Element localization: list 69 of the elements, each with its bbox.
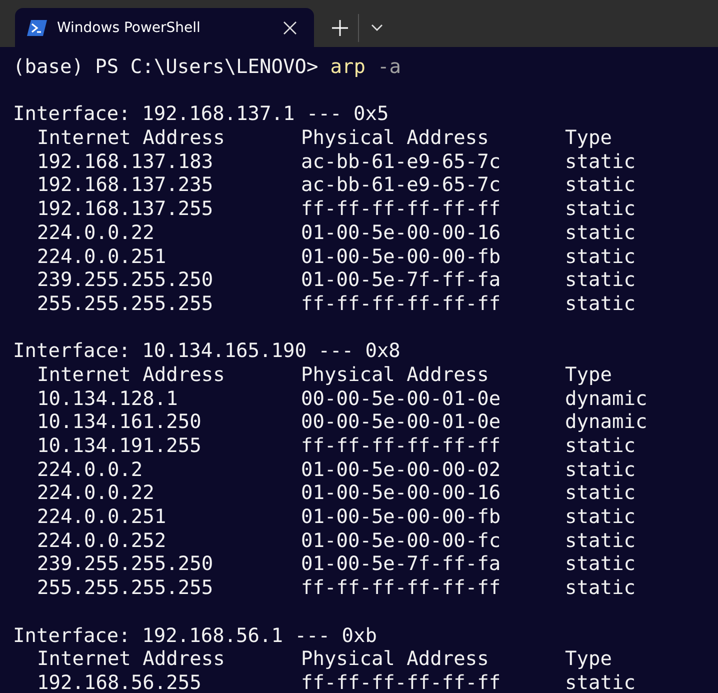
table-cell-text: static — [565, 576, 636, 600]
command-text: arp — [330, 55, 366, 79]
table-cell-text: dynamic — [565, 386, 648, 410]
table-cell-text: static — [565, 481, 636, 506]
table-cell-text: static — [565, 505, 636, 529]
interface-header: Interface: 192.168.56.1 --- 0xb — [13, 624, 377, 648]
table-cell-text: 239.255.255.250 — [37, 268, 214, 292]
table-cell-text: 224.0.0.251 — [37, 244, 168, 268]
table-cell-text: static — [565, 244, 636, 268]
table-cell-text: 10.134.191.255 — [37, 434, 202, 458]
table-cell-text: ac-bb-61-e9-65-7c — [301, 173, 502, 198]
table-cell-text: 224.0.0.2 — [37, 458, 144, 482]
column-header: Type — [565, 126, 613, 150]
column-header: Type — [565, 647, 613, 671]
command-argument: -a — [377, 55, 401, 79]
table-cell-text: 01-00-5e-00-00-16 — [301, 481, 502, 506]
table-cell-text: ac-bb-61-e9-65-7c — [301, 150, 502, 174]
table-cell-text: 01-00-5e-00-00-16 — [301, 220, 502, 245]
tab-title: Windows PowerShell — [57, 20, 202, 36]
table-cell-text: 255.255.255.255 — [37, 292, 214, 316]
table-cell-text: static — [565, 268, 636, 292]
table-cell-text: static — [565, 458, 636, 482]
table-cell-text: 01-00-5e-7f-ff-fa — [301, 268, 502, 292]
table-cell-text: ff-ff-ff-ff-ff-ff — [301, 292, 502, 316]
column-header: Type — [565, 362, 613, 387]
table-cell-text: 01-00-5e-7f-ff-fa — [301, 552, 502, 576]
table-cell-text: 255.255.255.255 — [37, 576, 214, 600]
table-cell-text: static — [565, 292, 636, 316]
table-cell-text: static — [565, 220, 636, 245]
table-cell-text: ff-ff-ff-ff-ff-ff — [301, 197, 502, 221]
table-cell-text: 01-00-5e-00-00-fc — [301, 528, 502, 552]
column-header: Internet Address — [37, 126, 226, 150]
table-cell-text: 192.168.56.255 — [37, 670, 202, 693]
table-cell-text: 01-00-5e-00-00-fb — [301, 505, 502, 529]
table-cell-text: 239.255.255.250 — [37, 552, 214, 576]
powershell-icon — [27, 20, 47, 36]
prompt-text: (base) PS C:\Users\LENOVO> — [13, 55, 318, 79]
interface-header: Interface: 10.134.165.190 --- 0x8 — [13, 339, 400, 363]
table-cell-text: static — [565, 150, 636, 174]
table-cell-text: 224.0.0.251 — [37, 505, 168, 529]
table-cell-text: ff-ff-ff-ff-ff-ff — [301, 576, 502, 600]
column-header: Internet Address — [37, 362, 226, 387]
table-cell-text: 00-00-5e-00-01-0e — [301, 386, 502, 410]
interface-header: Interface: 192.168.137.1 --- 0x5 — [13, 102, 389, 126]
table-cell-text: 192.168.137.183 — [37, 150, 214, 174]
table-cell-text: ff-ff-ff-ff-ff-ff — [301, 670, 502, 693]
column-header: Physical Address — [301, 647, 490, 671]
table-cell-text: 192.168.137.235 — [37, 173, 214, 198]
table-cell-text: static — [565, 528, 636, 552]
table-cell-text: dynamic — [565, 410, 648, 434]
table-cell-text: 01-00-5e-00-00-02 — [301, 458, 502, 482]
table-cell-text: static — [565, 434, 636, 458]
table-cell-text: ff-ff-ff-ff-ff-ff — [301, 434, 502, 458]
terminal-tab[interactable]: Windows PowerShell — [15, 8, 314, 47]
column-header: Physical Address — [301, 362, 490, 387]
column-header: Internet Address — [37, 647, 226, 671]
table-cell-text: 00-00-5e-00-01-0e — [301, 410, 502, 434]
table-cell-text: 10.134.128.1 — [37, 386, 179, 410]
table-cell-text: static — [565, 173, 636, 198]
table-cell-text: static — [565, 197, 636, 221]
table-cell-text: 224.0.0.22 — [37, 220, 156, 245]
table-cell-text: static — [565, 670, 636, 693]
table-cell-text: 10.134.161.250 — [37, 410, 202, 434]
table-cell-text: 01-00-5e-00-00-fb — [301, 244, 502, 268]
column-header: Physical Address — [301, 126, 490, 150]
table-cell-text: 192.168.137.255 — [37, 197, 214, 221]
table-cell-text: 224.0.0.252 — [37, 528, 168, 552]
table-cell-text: 224.0.0.22 — [37, 481, 156, 506]
table-cell-text: static — [565, 552, 636, 576]
